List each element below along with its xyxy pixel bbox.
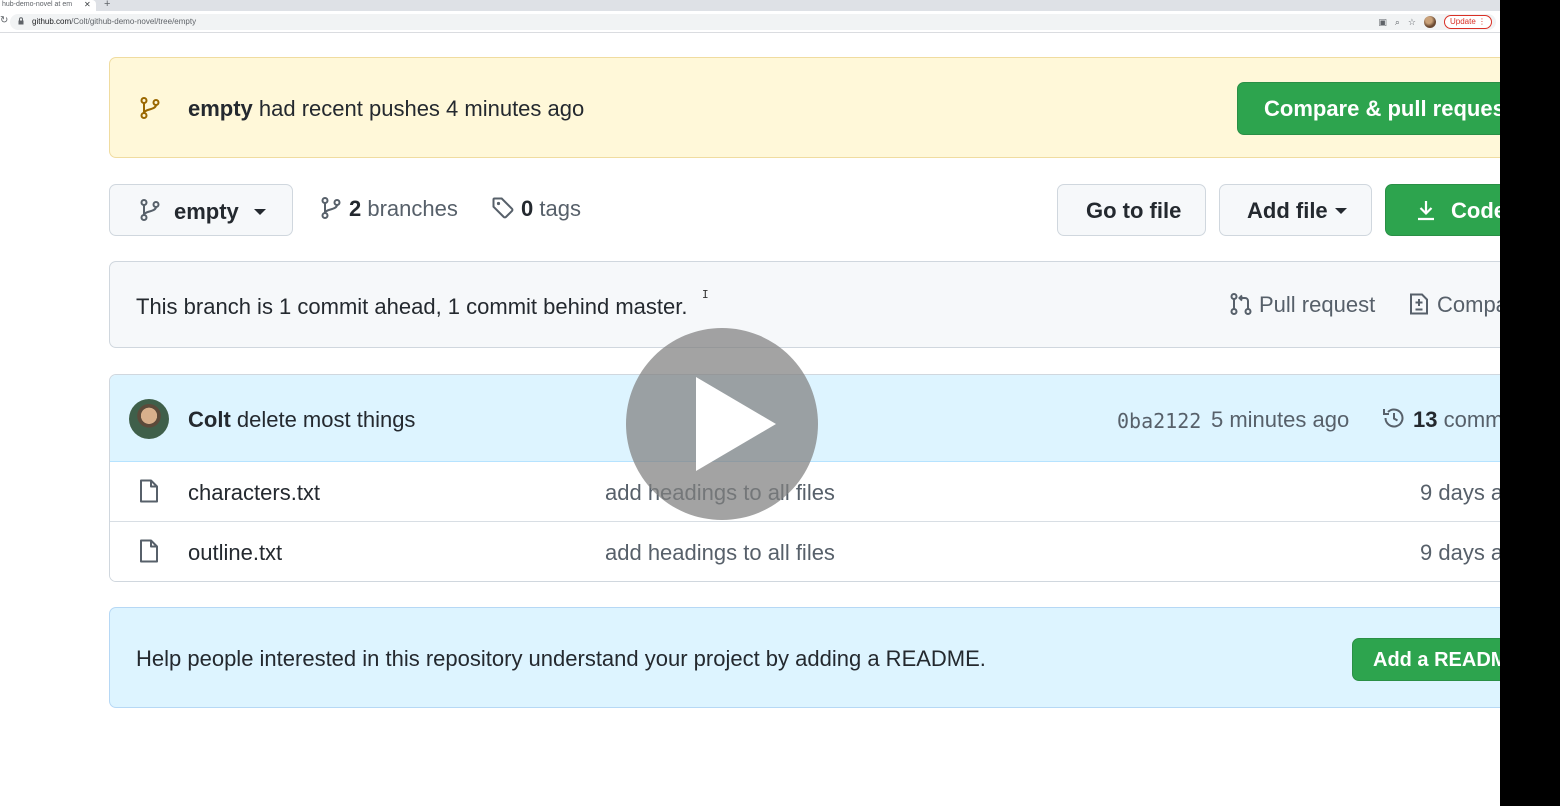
recent-pushes-banner: empty had recent pushes 4 minutes ago Co…: [109, 57, 1537, 158]
update-label: Update: [1449, 17, 1476, 26]
download-icon: [1418, 201, 1434, 221]
translate-icon[interactable]: ▣: [1378, 15, 1387, 29]
git-branch-icon: [140, 199, 160, 221]
file-diff-icon: [1410, 293, 1428, 315]
pull-request-label: Pull request: [1259, 292, 1376, 317]
table-row[interactable]: outline.txt add headings to all files 9 …: [110, 522, 1528, 581]
file-last-commit[interactable]: add headings to all files: [605, 540, 835, 566]
tab-title: hub-demo-novel at em: [2, 1, 73, 8]
commits-count: 13: [1413, 407, 1438, 432]
file-icon: [140, 479, 158, 503]
browser-toolbar: ↻ github.com/Colt/github-demo-novel/tree…: [0, 11, 1500, 33]
readme-prompt-text: Help people interested in this repositor…: [136, 646, 986, 671]
compare-pull-request-button[interactable]: Compare & pull request: [1237, 82, 1537, 135]
black-side-panel: [1500, 0, 1560, 806]
file-name[interactable]: characters.txt: [188, 480, 320, 506]
history-icon: [1383, 408, 1404, 428]
table-row[interactable]: characters.txt add headings to all files…: [110, 462, 1528, 522]
text-cursor: I: [702, 288, 709, 301]
url-host: github.com: [32, 17, 72, 26]
lock-icon: [18, 17, 24, 25]
file-icon: [140, 539, 158, 563]
commit-sha[interactable]: 0ba2122: [1117, 409, 1201, 433]
git-branch-icon: [321, 197, 341, 219]
git-branch-icon: [140, 97, 160, 119]
avatar[interactable]: [129, 399, 169, 439]
branch-status-text: This branch is 1 commit ahead, 1 commit …: [136, 294, 688, 319]
new-tab-button[interactable]: +: [104, 0, 110, 10]
code-label: Code: [1451, 198, 1506, 223]
bookmark-star-icon[interactable]: ☆: [1408, 15, 1416, 29]
chevron-down-icon: [1335, 208, 1347, 214]
omnibox-actions: ▣ ⌕ ☆ Update ⋮: [1378, 15, 1492, 29]
current-branch-label: empty: [174, 199, 239, 224]
file-list: Colt delete most things 0ba2122 5 minute…: [109, 374, 1529, 582]
flash-branch-name[interactable]: empty: [188, 96, 253, 121]
reload-icon[interactable]: ↻: [0, 15, 8, 26]
play-icon: [696, 377, 776, 471]
flash-message: had recent pushes 4 minutes ago: [252, 96, 585, 121]
tags-count: 0: [521, 196, 534, 221]
branches-label: branches: [361, 196, 458, 221]
profile-avatar[interactable]: [1423, 16, 1436, 28]
tag-icon: [492, 197, 514, 219]
go-to-file-button[interactable]: Go to file: [1057, 184, 1206, 236]
browser-tabstrip: hub-demo-novel at em ✕ +: [0, 0, 1500, 11]
latest-commit-bar: Colt delete most things 0ba2122 5 minute…: [110, 375, 1528, 462]
commit-time: 5 minutes ago: [1211, 407, 1350, 432]
add-file-button[interactable]: Add file: [1219, 184, 1372, 236]
branch-select-menu[interactable]: empty: [109, 184, 293, 236]
tab-close-icon[interactable]: ✕: [84, 0, 91, 9]
menu-dots-icon: ⋮: [1478, 17, 1486, 26]
branches-count: 2: [349, 196, 362, 221]
commit-message-text[interactable]: delete most things: [231, 407, 416, 432]
url-text: github.com/Colt/github-demo-novel/tree/e…: [32, 17, 196, 26]
git-pull-request-icon: [1230, 293, 1252, 315]
video-play-button[interactable]: [626, 328, 818, 520]
latest-commit-message: Colt delete most things: [188, 407, 415, 433]
tags-label: tags: [533, 196, 581, 221]
url-path: /Colt/github-demo-novel/tree/empty: [71, 17, 197, 26]
zoom-icon[interactable]: ⌕: [1395, 15, 1400, 29]
branch-status-box: This branch is 1 commit ahead, 1 commit …: [109, 261, 1529, 348]
address-bar[interactable]: github.com/Colt/github-demo-novel/tree/e…: [10, 14, 1496, 30]
add-file-label: Add file: [1247, 198, 1328, 223]
update-button[interactable]: Update ⋮: [1443, 15, 1492, 29]
recent-pushes-text: empty had recent pushes 4 minutes ago: [188, 96, 584, 122]
readme-prompt: Help people interested in this repositor…: [109, 607, 1552, 708]
commit-author[interactable]: Colt: [188, 407, 231, 432]
browser-tab[interactable]: hub-demo-novel at em ✕: [0, 0, 96, 11]
chevron-down-icon: [254, 209, 266, 215]
file-name[interactable]: outline.txt: [188, 540, 282, 566]
